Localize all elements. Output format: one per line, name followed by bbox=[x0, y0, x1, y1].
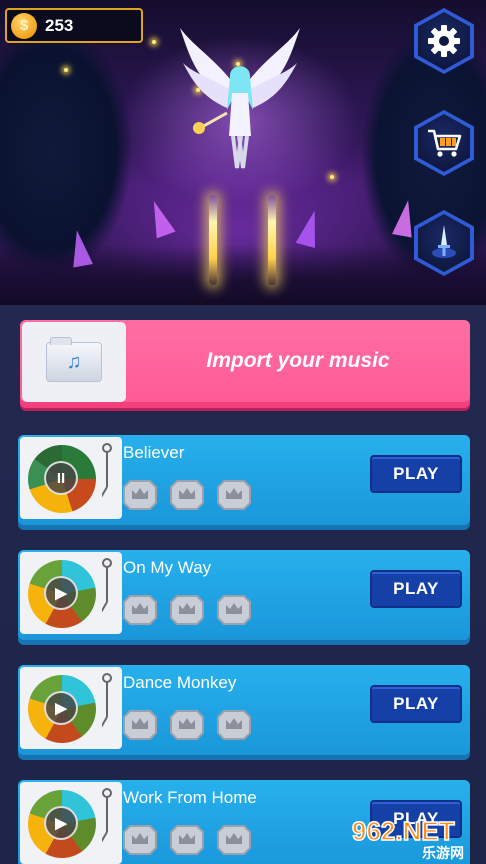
crystal-decoration bbox=[295, 208, 325, 248]
light-beam bbox=[268, 195, 276, 285]
song-title: On My Way bbox=[123, 558, 212, 577]
watermark-subtext: 乐游网 bbox=[422, 845, 464, 862]
crown-rating bbox=[120, 477, 254, 513]
cart-icon bbox=[428, 129, 462, 157]
crown-icon bbox=[214, 592, 254, 628]
crown-icon bbox=[214, 822, 254, 858]
coin-counter: $ 253 bbox=[5, 8, 143, 43]
crown-icon bbox=[214, 477, 254, 513]
song-title: Work From Home bbox=[123, 788, 257, 807]
gear-icon bbox=[428, 25, 460, 57]
song-card[interactable]: ▶ On My Way PLAY bbox=[18, 550, 470, 640]
crown-rating bbox=[120, 822, 254, 858]
album-art: ▶ bbox=[20, 667, 122, 749]
game-scene bbox=[0, 0, 486, 305]
crown-icon bbox=[120, 707, 160, 743]
coin-count: 253 bbox=[45, 15, 74, 35]
music-folder-icon: ♫ bbox=[46, 337, 102, 382]
import-icon-box: ♫ bbox=[22, 322, 126, 402]
sword-icon bbox=[432, 225, 456, 258]
album-art: ▶ bbox=[20, 782, 122, 864]
pause-icon[interactable]: II bbox=[44, 461, 78, 495]
import-music-label: Import your music bbox=[206, 349, 390, 372]
crown-icon bbox=[120, 822, 160, 858]
watermark-text: 962.NET bbox=[352, 816, 455, 846]
crown-icon bbox=[120, 477, 160, 513]
angel-character bbox=[180, 28, 300, 169]
crown-icon bbox=[167, 477, 207, 513]
play-icon[interactable]: ▶ bbox=[44, 576, 78, 610]
crown-icon bbox=[167, 707, 207, 743]
play-button[interactable]: PLAY bbox=[370, 685, 462, 723]
sparkle bbox=[152, 40, 156, 44]
site-watermark: 962.NET 乐游网 bbox=[351, 815, 464, 862]
album-art: ▶ bbox=[20, 552, 122, 634]
coin-icon: $ bbox=[11, 12, 37, 39]
play-icon[interactable]: ▶ bbox=[44, 806, 78, 840]
tonearm-icon bbox=[102, 673, 112, 728]
crown-icon bbox=[120, 592, 160, 628]
crown-rating bbox=[120, 707, 254, 743]
play-button[interactable]: PLAY bbox=[370, 455, 462, 493]
album-art: II bbox=[20, 437, 122, 519]
tonearm-icon bbox=[102, 788, 112, 843]
song-title: Dance Monkey bbox=[123, 673, 237, 692]
sparkle bbox=[330, 175, 334, 179]
song-title: Believer bbox=[123, 443, 185, 462]
song-card[interactable]: ▶ Dance Monkey PLAY bbox=[18, 665, 470, 755]
crown-icon bbox=[214, 707, 254, 743]
import-music-button[interactable]: ♫ Import your music bbox=[20, 320, 470, 408]
crown-icon bbox=[167, 592, 207, 628]
play-icon[interactable]: ▶ bbox=[44, 691, 78, 725]
sparkle bbox=[64, 68, 68, 72]
song-card[interactable]: II Believer PLAY bbox=[18, 435, 470, 525]
crown-icon bbox=[167, 822, 207, 858]
tonearm-icon bbox=[102, 558, 112, 613]
play-button[interactable]: PLAY bbox=[370, 570, 462, 608]
tonearm-icon bbox=[102, 443, 112, 498]
crown-rating bbox=[120, 592, 254, 628]
light-beam bbox=[209, 195, 217, 285]
